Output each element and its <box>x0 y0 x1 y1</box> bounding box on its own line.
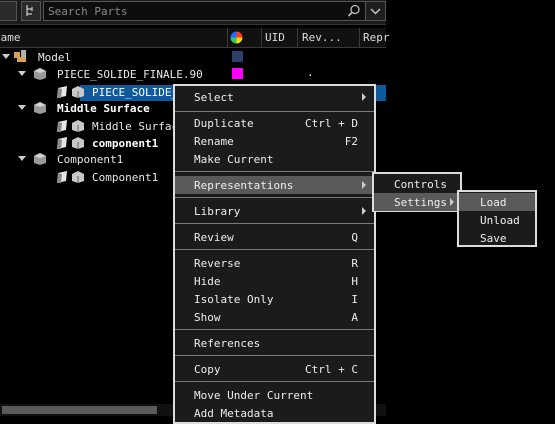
menu-item-load[interactable]: Load <box>459 193 535 211</box>
search-input[interactable] <box>48 4 338 18</box>
menu-item-rename[interactable]: Rename F2 <box>175 132 374 150</box>
revision-value: . <box>307 66 314 79</box>
menu-item-reverse[interactable]: Reverse R <box>175 254 374 272</box>
tree-label: Component1 <box>57 153 124 166</box>
tree-row-model[interactable]: Model <box>0 49 386 66</box>
chevron-down-icon <box>370 8 381 15</box>
tree-label: PIECE_SOLIDE_FINALE.90 <box>57 68 203 81</box>
menu-item-duplicate[interactable]: Duplicate Ctrl + D <box>175 114 374 132</box>
submenu-arrow-icon <box>362 181 366 189</box>
view-toggle-button[interactable] <box>0 1 17 21</box>
tree-label: Component1 <box>92 171 159 184</box>
tree-view-button[interactable] <box>21 1 41 21</box>
menu-item-copy[interactable]: Copy Ctrl + C <box>175 360 374 378</box>
menu-separator <box>175 111 374 112</box>
expand-arrow-icon[interactable] <box>2 54 10 59</box>
menu-item-isolate-only[interactable]: Isolate Only I <box>175 290 374 308</box>
part-body-icon <box>72 120 84 132</box>
part-body-icon <box>72 171 84 183</box>
menu-item-settings[interactable]: Settings <box>374 193 460 211</box>
color-swatch[interactable] <box>232 51 243 62</box>
tree-row-piece-finale[interactable]: PIECE_SOLIDE_FINALE.90 . <box>0 66 386 83</box>
part-surface-icon <box>57 86 67 98</box>
submenu-arrow-icon <box>362 93 366 101</box>
search-options-dropdown[interactable] <box>365 1 386 21</box>
menu-item-move-under-current[interactable]: Move Under Current <box>175 386 374 404</box>
column-header: Name UID Rev... Repr <box>0 28 390 48</box>
part-surface-icon <box>57 120 67 132</box>
column-uid[interactable]: UID <box>265 31 285 44</box>
scrollbar-thumb[interactable] <box>2 406 157 414</box>
search-box[interactable] <box>43 1 366 21</box>
part-body-icon <box>72 86 84 98</box>
part-surface-icon <box>57 137 67 149</box>
tree-label: Middle Surface <box>57 102 150 115</box>
part-body-icon <box>72 137 84 149</box>
column-name[interactable]: Name <box>0 31 21 44</box>
menu-item-review[interactable]: Review Q <box>175 228 374 246</box>
part-cube-icon <box>34 68 46 80</box>
menu-item-references[interactable]: References <box>175 334 374 352</box>
menu-separator <box>175 223 374 224</box>
menu-item-select[interactable]: Select <box>175 88 374 106</box>
color-wheel-icon[interactable] <box>230 31 243 44</box>
menu-separator <box>175 249 374 250</box>
menu-separator <box>175 381 374 382</box>
tree-icon <box>26 5 33 16</box>
expand-arrow-icon[interactable] <box>18 71 26 76</box>
tree-label: Middle Surfac <box>92 120 179 133</box>
menu-item-unload[interactable]: Unload <box>459 211 535 229</box>
context-menu: Select Duplicate Ctrl + D Rename F2 Make… <box>173 84 376 424</box>
menu-item-add-metadata[interactable]: Add Metadata <box>175 404 374 422</box>
column-representation[interactable]: Repr <box>363 31 390 44</box>
color-swatch[interactable] <box>232 68 243 79</box>
menu-item-controls[interactable]: Controls <box>374 175 460 193</box>
menu-separator <box>175 197 374 198</box>
tree-label: Model <box>38 51 72 64</box>
part-cube-icon <box>34 153 46 165</box>
expand-arrow-icon[interactable] <box>18 105 26 110</box>
settings-submenu: Load Unload Save <box>457 190 537 247</box>
toolbar <box>0 0 386 25</box>
part-surface-icon <box>57 171 67 183</box>
submenu-arrow-icon <box>362 207 366 215</box>
submenu-arrow-icon <box>450 198 454 206</box>
menu-item-representations[interactable]: Representations <box>175 176 374 194</box>
menu-separator <box>175 171 374 172</box>
search-icon[interactable] <box>347 4 361 18</box>
menu-separator <box>175 355 374 356</box>
assembly-icon <box>14 50 26 62</box>
tree-label: component1 <box>92 137 159 150</box>
expand-arrow-icon[interactable] <box>18 156 26 161</box>
menu-item-make-current[interactable]: Make Current <box>175 150 374 168</box>
menu-item-hide[interactable]: Hide H <box>175 272 374 290</box>
representations-submenu: Controls Settings <box>372 172 462 212</box>
menu-separator <box>175 329 374 330</box>
part-cube-icon <box>34 102 46 114</box>
column-revision[interactable]: Rev... <box>302 31 342 44</box>
tree-label: PIECE_SOLIDE_ <box>92 86 179 99</box>
menu-item-save[interactable]: Save <box>459 229 535 247</box>
menu-item-library[interactable]: Library <box>175 202 374 220</box>
menu-item-show[interactable]: Show A <box>175 308 374 326</box>
